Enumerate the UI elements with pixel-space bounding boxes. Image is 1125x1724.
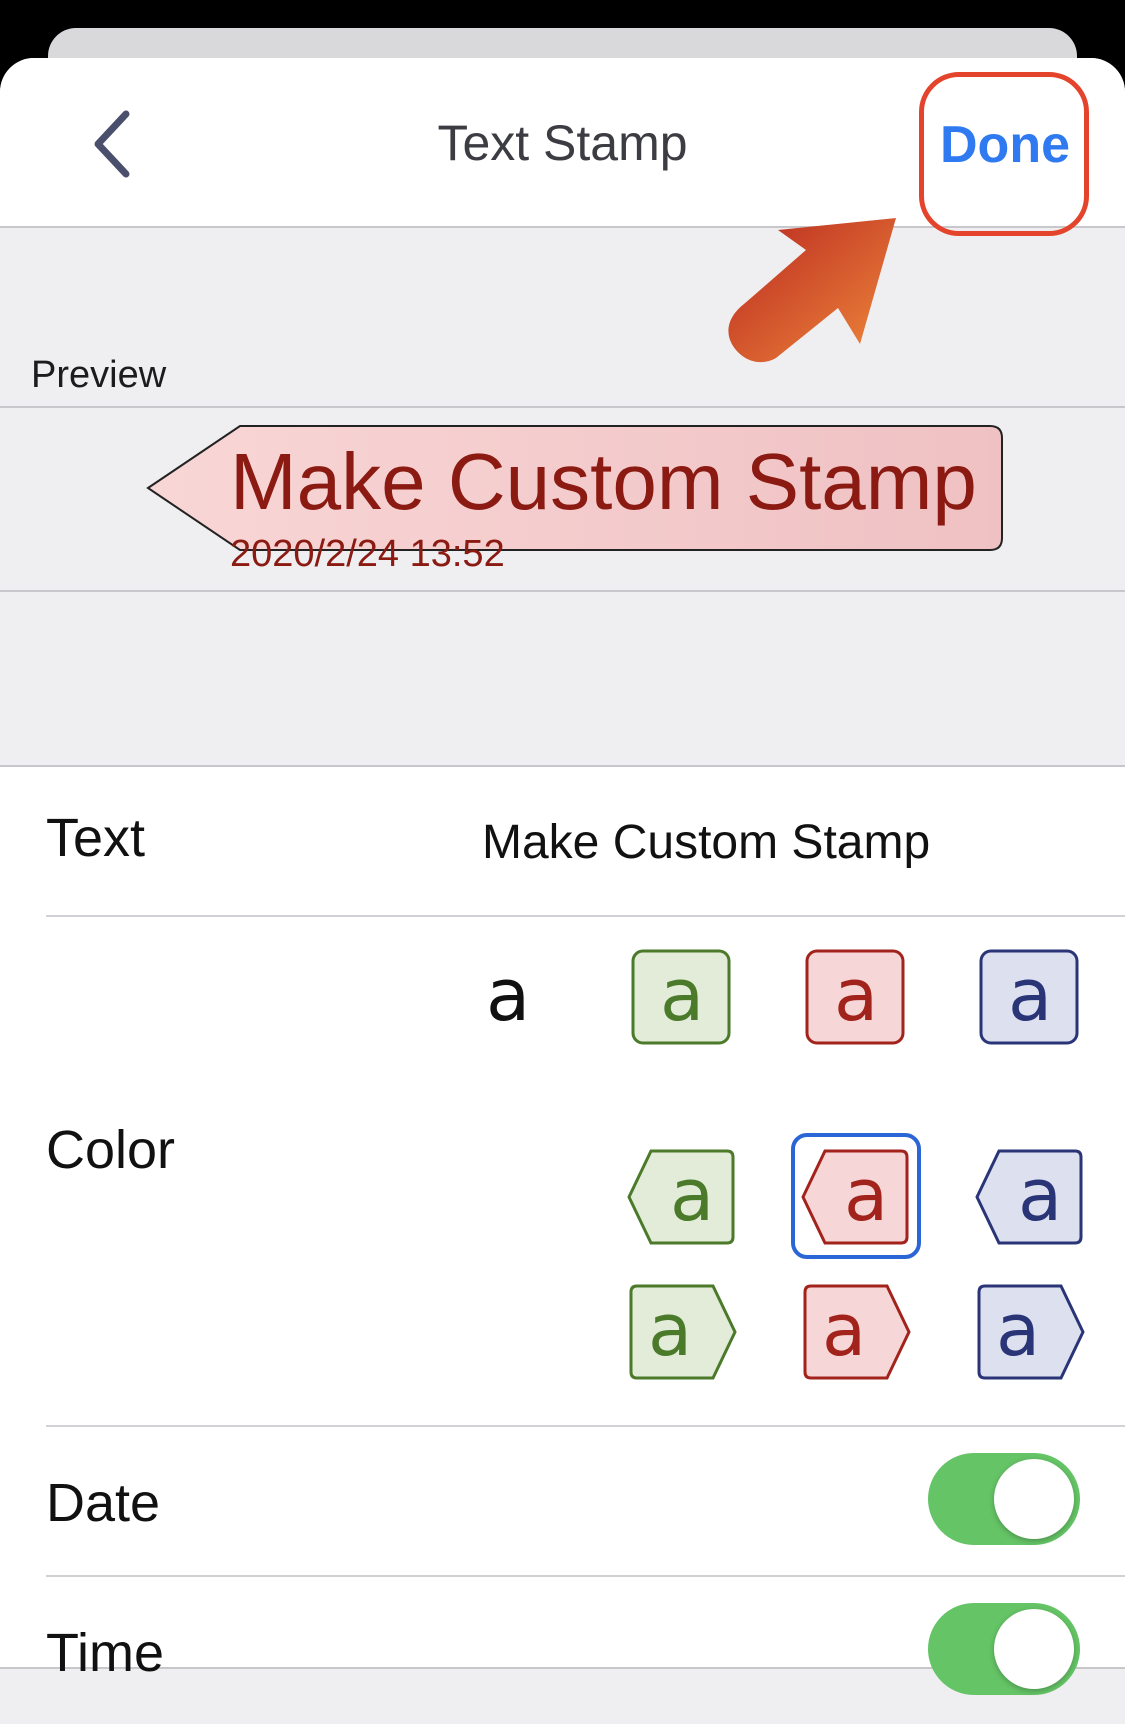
pointer-arrow-annotation bbox=[728, 218, 896, 363]
date-row-label: Date bbox=[46, 1473, 161, 1533]
toggle-knob bbox=[994, 1459, 1074, 1539]
color-option-blue-box[interactable]: a bbox=[975, 947, 1085, 1047]
settings-list: Text Make Custom Stamp Color a a a a a a bbox=[0, 765, 1125, 1695]
swatch-glyph: a bbox=[1007, 953, 1053, 1037]
text-field[interactable]: Make Custom Stamp bbox=[482, 815, 930, 870]
swatch-glyph: a bbox=[821, 1288, 867, 1372]
date-toggle[interactable] bbox=[928, 1453, 1080, 1545]
color-option-red-box[interactable]: a bbox=[801, 947, 911, 1047]
swatch-glyph: a bbox=[669, 1153, 715, 1237]
stamp-preview-text: Make Custom Stamp bbox=[230, 437, 977, 526]
color-option-blue-left-arrow[interactable]: a bbox=[975, 1147, 1085, 1247]
toggle-knob bbox=[994, 1609, 1074, 1689]
color-option-green-box[interactable]: a bbox=[627, 947, 737, 1047]
swatch-glyph: a bbox=[833, 953, 879, 1037]
preview-area: Make Custom Stamp 2020/2/24 13:52 bbox=[0, 406, 1125, 592]
swatch-glyph: a bbox=[659, 953, 705, 1037]
text-stamp-sheet: Text Stamp Done Preview Make Custom Stam… bbox=[0, 58, 1125, 1724]
color-option-blue-right-arrow[interactable]: a bbox=[975, 1282, 1085, 1382]
color-row-label: Color bbox=[46, 1120, 176, 1180]
divider bbox=[46, 1425, 1125, 1427]
highlight-circle-annotation bbox=[919, 72, 1089, 236]
text-row-label: Text bbox=[46, 808, 146, 868]
preview-label: Preview bbox=[31, 354, 167, 396]
swatch-glyph: a bbox=[647, 1288, 693, 1372]
swatch-glyph: a bbox=[843, 1153, 889, 1237]
swatch-glyph: a bbox=[485, 953, 531, 1037]
stamp-preview-datetime: 2020/2/24 13:52 bbox=[230, 533, 505, 575]
time-toggle[interactable] bbox=[928, 1603, 1080, 1695]
time-row-label: Time bbox=[46, 1623, 164, 1683]
color-option-red-left-arrow[interactable]: a bbox=[801, 1147, 911, 1247]
divider bbox=[46, 1575, 1125, 1577]
color-option-green-left-arrow[interactable]: a bbox=[627, 1147, 737, 1247]
swatch-glyph: a bbox=[995, 1288, 1041, 1372]
color-option-green-right-arrow[interactable]: a bbox=[627, 1282, 737, 1382]
divider bbox=[46, 915, 1125, 917]
color-option-red-right-arrow[interactable]: a bbox=[801, 1282, 911, 1382]
nav-bar: Text Stamp Done bbox=[0, 58, 1125, 363]
color-option-plain-black[interactable]: a bbox=[453, 947, 563, 1047]
swatch-glyph: a bbox=[1017, 1153, 1063, 1237]
